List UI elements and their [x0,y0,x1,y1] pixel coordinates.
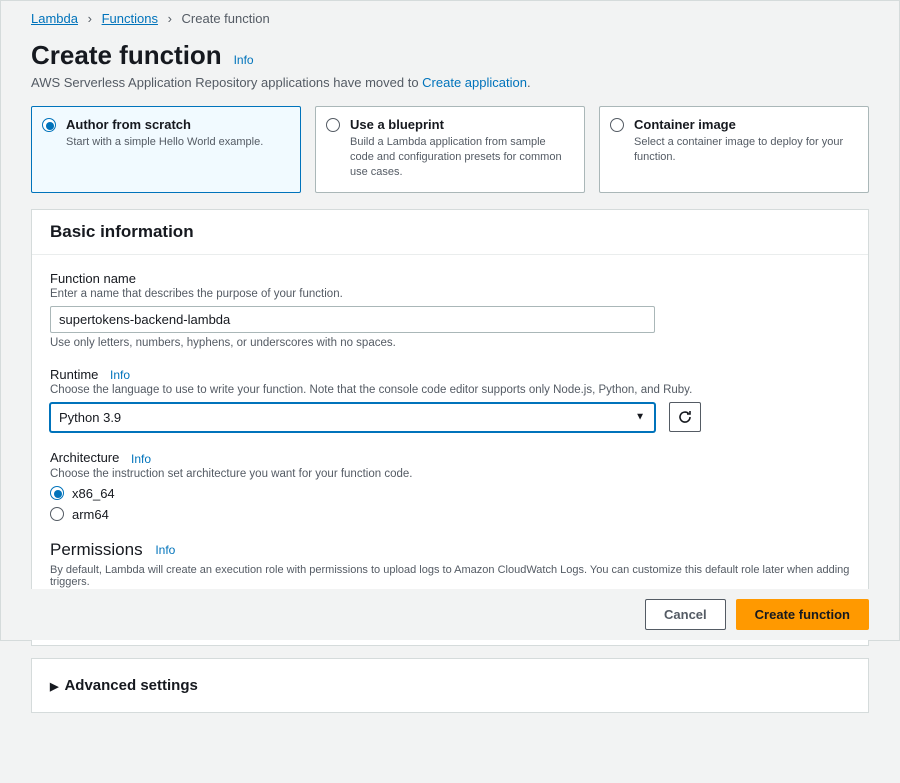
radio-icon [42,118,56,132]
desc-function-name: Enter a name that describes the purpose … [50,288,850,300]
radio-label: arm64 [72,507,109,522]
tile-title: Use a blueprint [350,117,572,132]
subtitle-text: AWS Serverless Application Repository ap… [31,75,422,90]
info-link-architecture[interactable]: Info [131,452,151,466]
tile-desc: Start with a simple Hello World example. [66,135,288,150]
label-architecture: Architecture [50,450,119,465]
page-subtitle: AWS Serverless Application Repository ap… [31,75,869,90]
caret-right-icon: ▶ [50,681,58,693]
tile-title: Author from scratch [66,117,288,132]
tile-container-image[interactable]: Container image Select a container image… [599,106,869,193]
field-function-name: Function name Enter a name that describe… [50,271,850,349]
breadcrumb-lambda[interactable]: Lambda [31,11,78,26]
chevron-right-icon: › [168,11,172,26]
radio-icon [610,118,624,132]
info-link-page[interactable]: Info [234,53,254,67]
function-name-input[interactable] [50,306,655,333]
expander-advanced-settings[interactable]: ▶ Advanced settings [50,673,850,698]
page-title: Create function [31,40,222,71]
label-function-name: Function name [50,271,850,286]
tile-desc: Select a container image to deploy for y… [634,135,856,165]
radio-x86-64[interactable]: x86_64 [50,486,850,501]
radio-label: x86_64 [72,486,115,501]
tile-use-blueprint[interactable]: Use a blueprint Build a Lambda applicati… [315,106,585,193]
radio-arm64[interactable]: arm64 [50,507,850,522]
info-link-permissions[interactable]: Info [155,543,175,557]
panel-header-basic: Basic information [32,210,868,255]
subtitle-post: . [527,75,531,90]
field-permissions: Permissions Info By default, Lambda will… [50,540,850,588]
creation-method-tiles: Author from scratch Start with a simple … [31,106,869,193]
field-runtime: Runtime Info Choose the language to use … [50,367,850,433]
refresh-icon [677,409,693,425]
footer-actions: Cancel Create function [1,589,899,640]
tile-author-from-scratch[interactable]: Author from scratch Start with a simple … [31,106,301,193]
label-permissions: Permissions [50,540,143,559]
advanced-settings-panel: ▶ Advanced settings [31,658,869,713]
runtime-select[interactable]: Python 3.9 ▼ [50,403,655,432]
cancel-button[interactable]: Cancel [645,599,726,630]
desc-architecture: Choose the instruction set architecture … [50,468,850,480]
breadcrumb-current: Create function [182,11,270,26]
chevron-right-icon: › [88,11,92,26]
create-function-button[interactable]: Create function [736,599,869,630]
radio-icon [326,118,340,132]
breadcrumb: Lambda › Functions › Create function [1,1,899,26]
refresh-runtime-button[interactable] [669,402,701,432]
desc-permissions: By default, Lambda will create an execut… [50,564,850,588]
basic-information-panel: Basic information Function name Enter a … [31,209,869,646]
info-link-runtime[interactable]: Info [110,368,130,382]
create-application-link[interactable]: Create application [422,75,527,90]
tile-desc: Build a Lambda application from sample c… [350,135,572,180]
field-architecture: Architecture Info Choose the instruction… [50,450,850,522]
label-runtime: Runtime [50,367,98,382]
radio-icon [50,486,64,500]
breadcrumb-functions[interactable]: Functions [102,11,158,26]
hint-function-name: Use only letters, numbers, hyphens, or u… [50,337,850,349]
desc-runtime: Choose the language to use to write your… [50,384,850,396]
expander-label: Advanced settings [64,677,197,694]
runtime-select-value[interactable]: Python 3.9 [50,403,655,432]
tile-title: Container image [634,117,856,132]
radio-icon [50,507,64,521]
